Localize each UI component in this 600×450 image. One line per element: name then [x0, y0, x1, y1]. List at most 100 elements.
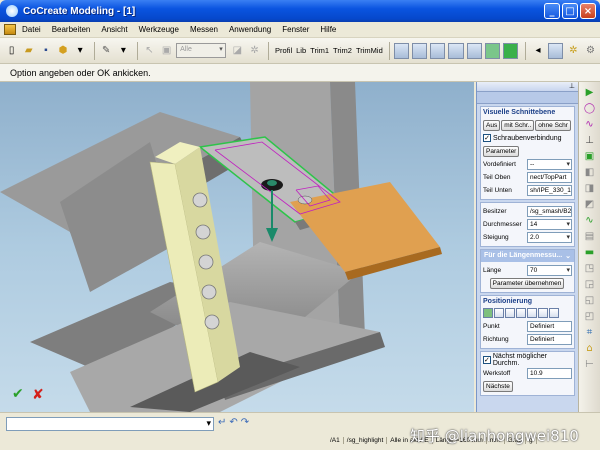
- menu-ansicht[interactable]: Ansicht: [101, 25, 127, 34]
- curve-icon[interactable]: ∿: [582, 117, 597, 131]
- sun-icon[interactable]: ✲: [247, 43, 262, 59]
- minimize-button[interactable]: _: [544, 3, 560, 19]
- frame-icon[interactable]: ⌗: [582, 325, 597, 339]
- save-icon[interactable]: ▪: [38, 43, 53, 59]
- btn-apply-parameters[interactable]: Parameter übernehmen: [489, 277, 565, 289]
- label-bottom-part: Teil Unten: [483, 186, 512, 194]
- back-icon[interactable]: ◂: [530, 43, 545, 59]
- command-input[interactable]: [6, 417, 214, 431]
- field-point[interactable]: Definiert: [527, 320, 572, 332]
- main-toolbar: ▯ ▰ ▪ ⬢ ▾ ✎ ▾ ↖ ▣ Alle ◪ ✲ Profil Lib Tr…: [0, 38, 600, 64]
- pos-tool-icon[interactable]: [549, 308, 559, 318]
- pos-tool-icon[interactable]: [483, 308, 493, 318]
- pos-tool-icon[interactable]: [527, 308, 537, 318]
- field-bottom-part[interactable]: sh/IPE_330_1: [527, 184, 572, 196]
- close-button[interactable]: ×: [580, 3, 596, 19]
- field-diameter[interactable]: 14: [527, 218, 572, 230]
- options-panel: ⊥ Visuelle Schnittebene Aus mit Schr.. o…: [476, 82, 578, 412]
- shaded-view-icon[interactable]: [484, 42, 501, 59]
- maximize-button[interactable]: □: [562, 3, 578, 19]
- select-filter-icon[interactable]: ▣: [159, 43, 174, 59]
- collapse-icon[interactable]: ⌄: [565, 252, 571, 260]
- field-direction[interactable]: Definiert: [527, 333, 572, 345]
- menu-werkzeuge[interactable]: Werkzeuge: [139, 25, 179, 34]
- toolbar-separator: [388, 41, 390, 60]
- menu-fenster[interactable]: Fenster: [282, 25, 309, 34]
- field-top-part[interactable]: nect/TopPart: [527, 171, 572, 183]
- view-cube-icon[interactable]: [547, 42, 563, 59]
- select-arrow-icon[interactable]: ↖: [142, 43, 157, 59]
- 3d-viewport[interactable]: ✔ ✘: [0, 82, 474, 412]
- wave-icon[interactable]: ∿: [582, 213, 597, 227]
- prompt-line: Option angeben oder OK ankicken.: [0, 64, 600, 82]
- redo-icon[interactable]: ↷: [241, 417, 249, 428]
- tool-icon[interactable]: ◲: [582, 277, 597, 291]
- menu-bearbeiten[interactable]: Bearbeiten: [52, 25, 91, 34]
- pos-tool-icon[interactable]: [516, 308, 526, 318]
- highlight-icon[interactable]: ◪: [230, 43, 245, 59]
- cube-icon[interactable]: ◨: [582, 181, 597, 195]
- checkbox-bolt-connection[interactable]: ✓: [483, 134, 491, 142]
- cmd-trim2[interactable]: Trim2: [333, 46, 352, 55]
- pos-tool-icon[interactable]: [494, 308, 504, 318]
- circle-icon[interactable]: ◯: [582, 101, 597, 115]
- menu-datei[interactable]: Datei: [22, 25, 41, 34]
- play-icon[interactable]: ▶: [582, 85, 597, 99]
- fit-view-icon[interactable]: [393, 42, 409, 59]
- enter-icon[interactable]: ↵: [218, 417, 226, 428]
- tools-icon[interactable]: ✎: [99, 43, 114, 59]
- pos-tool-icon[interactable]: [538, 308, 548, 318]
- menu-anwendung[interactable]: Anwendung: [229, 25, 271, 34]
- pos-tool-icon[interactable]: [505, 308, 515, 318]
- zoom-icon[interactable]: [466, 42, 482, 59]
- bolt-icon[interactable]: ⌂: [582, 341, 597, 355]
- filter-combo[interactable]: Alle: [176, 43, 226, 58]
- app-menu-icon[interactable]: [4, 24, 16, 35]
- btn-mit-schr[interactable]: mit Schr..: [501, 119, 535, 131]
- tools-dropdown-icon[interactable]: ▾: [116, 43, 131, 59]
- money-icon[interactable]: ▬: [582, 245, 597, 259]
- btn-parameter[interactable]: Parameter: [483, 145, 520, 157]
- btn-ohne-schr[interactable]: ohne Schr: [535, 119, 571, 131]
- status-workplane: /A1: [330, 437, 344, 444]
- menu-hilfe[interactable]: Hilfe: [320, 25, 336, 34]
- wire-view-icon[interactable]: [503, 42, 519, 59]
- part-icon[interactable]: ⬢: [55, 43, 70, 59]
- dropdown-icon[interactable]: ▾: [73, 43, 88, 59]
- section-visual-cut: Visuelle Schnittebene Aus mit Schr.. ohn…: [480, 106, 575, 200]
- measure-icon[interactable]: ⊢: [582, 357, 597, 371]
- zoom-window-icon[interactable]: [411, 42, 428, 59]
- cmd-profil[interactable]: Profil: [275, 46, 292, 55]
- cube-icon[interactable]: ◧: [582, 165, 597, 179]
- btn-next[interactable]: Nächste: [483, 380, 513, 392]
- tool-icon[interactable]: ◱: [582, 293, 597, 307]
- ok-check-icon[interactable]: ✔: [12, 386, 24, 402]
- checkbox-next-diameter[interactable]: ✓: [483, 356, 491, 364]
- btn-aus[interactable]: Aus: [483, 119, 501, 131]
- settings-icon[interactable]: ⚙: [583, 43, 598, 59]
- field-pitch[interactable]: 2.0: [527, 231, 572, 243]
- cmd-trim1[interactable]: Trim1: [310, 46, 329, 55]
- open-folder-icon[interactable]: ▰: [21, 43, 36, 59]
- field-material[interactable]: 10.9: [527, 367, 572, 379]
- pan-icon[interactable]: [430, 42, 446, 59]
- tool-icon[interactable]: ◰: [582, 309, 597, 323]
- pin-icon[interactable]: ⊥: [569, 82, 575, 90]
- tool-icon[interactable]: ◳: [582, 261, 597, 275]
- stack-icon[interactable]: ▤: [582, 229, 597, 243]
- field-owner[interactable]: /sg_smash/B2: [527, 205, 572, 217]
- new-file-icon[interactable]: ▯: [4, 43, 19, 59]
- field-predefined[interactable]: --: [527, 158, 572, 170]
- field-length[interactable]: 70: [527, 264, 572, 276]
- rotate-icon[interactable]: [448, 42, 464, 59]
- cube-icon[interactable]: ◩: [582, 197, 597, 211]
- square-icon[interactable]: ▣: [582, 149, 597, 163]
- cancel-x-icon[interactable]: ✘: [32, 387, 44, 403]
- undo-icon[interactable]: ↶: [229, 417, 237, 428]
- steel-connection-model[interactable]: [0, 82, 474, 412]
- cmd-trimmid[interactable]: TrimMid: [356, 46, 383, 55]
- line-icon[interactable]: ⊥: [582, 133, 597, 147]
- menu-messen[interactable]: Messen: [190, 25, 218, 34]
- cmd-lib[interactable]: Lib: [296, 46, 306, 55]
- light-icon[interactable]: ✲: [566, 43, 581, 59]
